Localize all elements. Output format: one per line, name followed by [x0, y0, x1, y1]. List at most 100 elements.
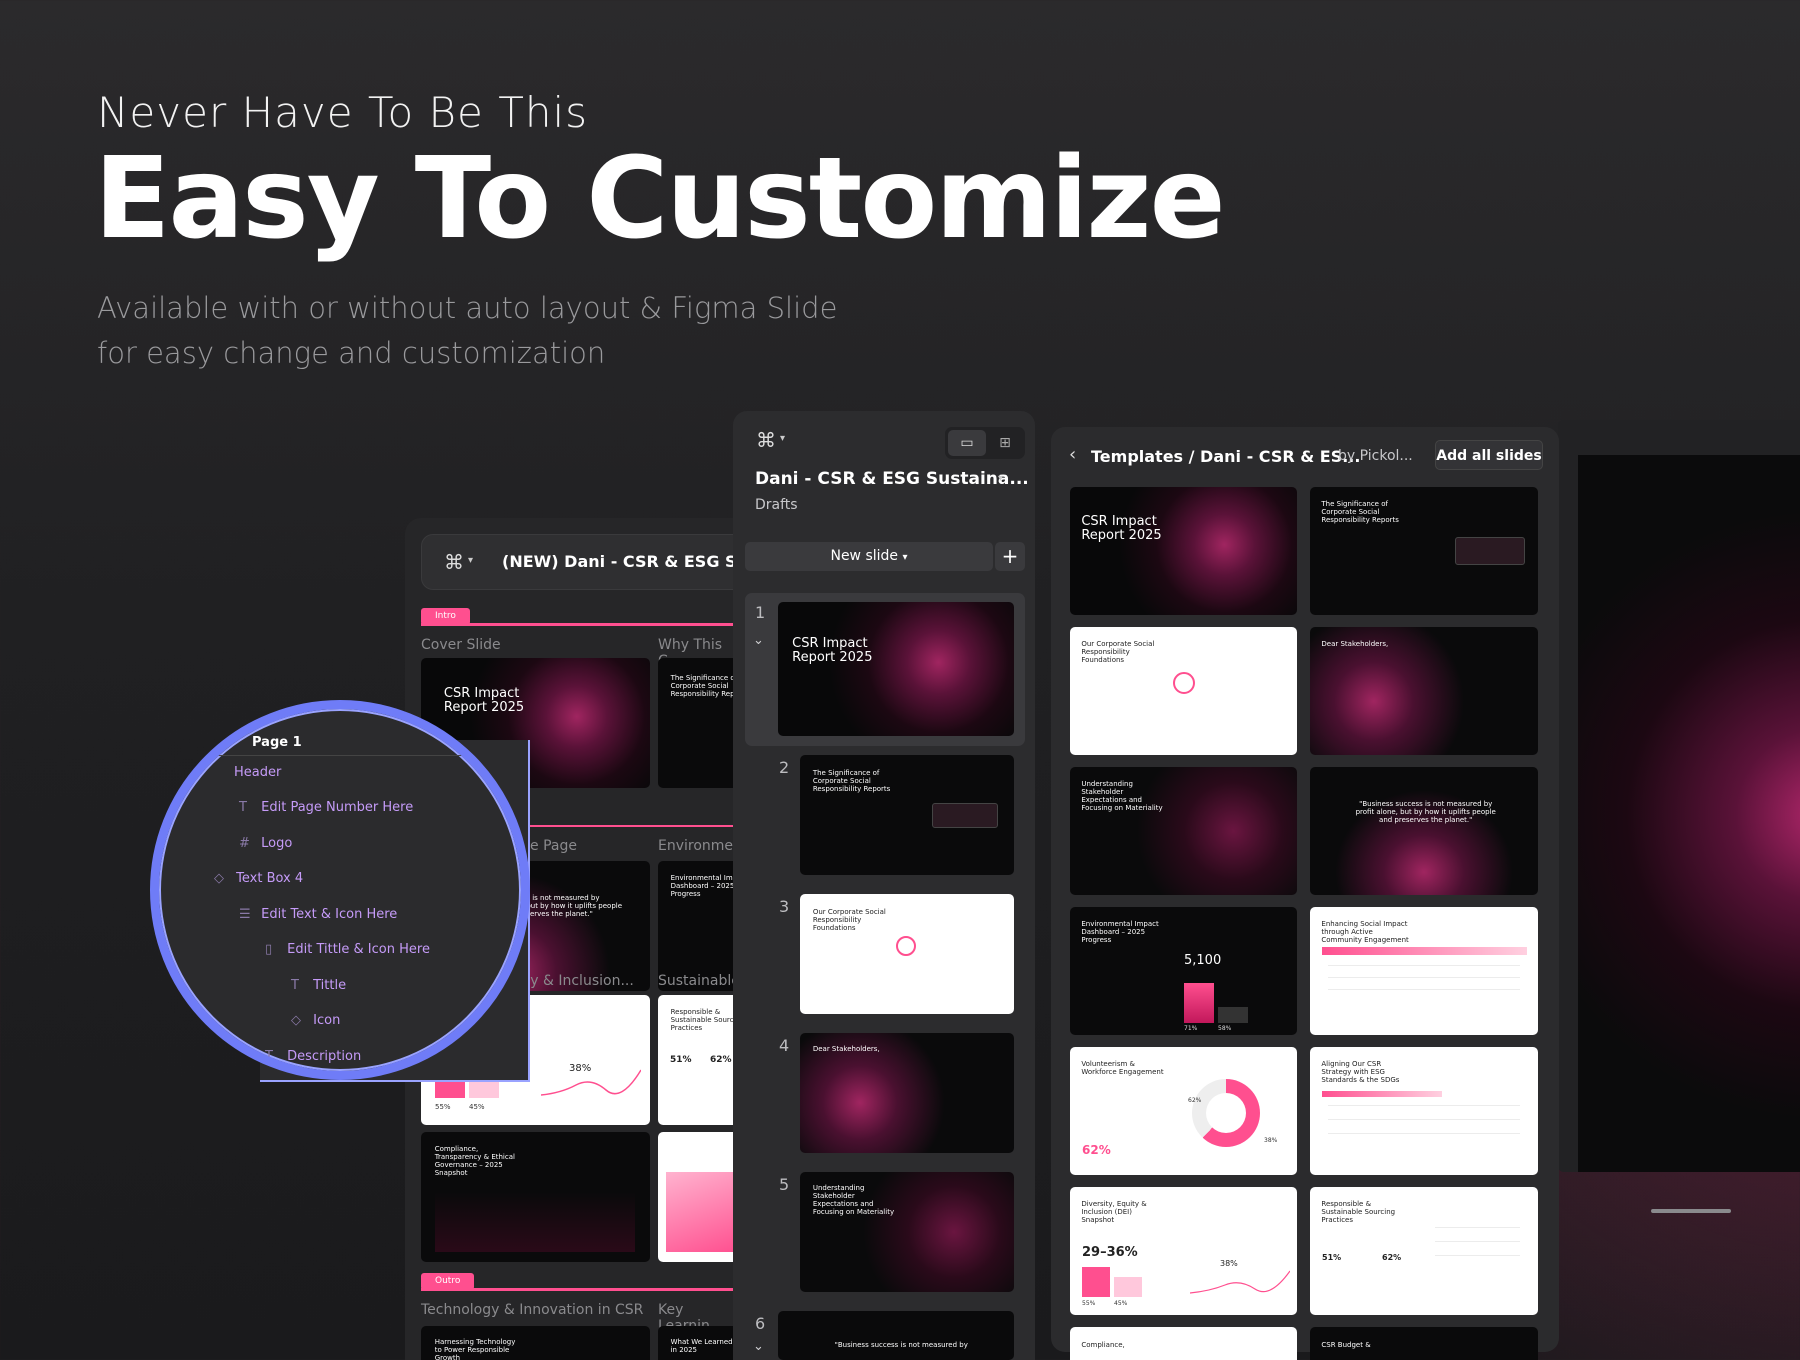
new-slide-button[interactable]: New slide ▾	[745, 542, 993, 571]
layer-logo[interactable]: # Logo	[239, 836, 292, 851]
layer-label: Text Box 4	[236, 871, 304, 886]
section-environment-label: Environmen	[658, 838, 735, 854]
chevron-down-icon[interactable]: ⌄	[753, 1339, 764, 1354]
grid-view-button[interactable]: ⊞	[987, 430, 1023, 456]
chevron-down-icon: ▾	[902, 552, 908, 563]
layer-label: Description	[287, 1049, 362, 1064]
figma-logo-icon[interactable]: ⌘	[444, 550, 464, 574]
why-thumbnail[interactable]: The Significance of Corporate Social Res…	[658, 658, 735, 788]
table-row	[1328, 977, 1520, 978]
slide-number-3: 3	[779, 897, 790, 916]
template-2[interactable]: The Significance of Corporate Social Res…	[1310, 487, 1538, 615]
template-5-title: Understanding Stakeholder Expectations a…	[1081, 779, 1163, 812]
template-12-stat-b: 62%	[1382, 1253, 1402, 1262]
sourcing-stat-62: 62%	[710, 1055, 732, 1065]
layer-edit-text-icon[interactable]: ☰ Edit Text & Icon Here	[239, 907, 397, 922]
layer-label: Edit Text & Icon Here	[261, 907, 398, 922]
template-2-title: The Significance of Corporate Social Res…	[1321, 499, 1399, 524]
file-title[interactable]: (NEW) Dani - CSR & ESG Susta	[502, 552, 735, 571]
template-9-value: 62%	[1082, 1143, 1111, 1157]
text-icon: T	[291, 978, 299, 993]
template-8-table-header	[1322, 947, 1527, 955]
sourcing-thumbnail-2-title: Responsible & Sustainable Sourci Practic…	[670, 1145, 735, 1170]
outro-divider	[421, 1288, 735, 1291]
slide-number-4: 4	[779, 1036, 790, 1055]
template-13[interactable]: Compliance,	[1070, 1327, 1297, 1360]
template-6[interactable]: "Business success is not measured by pro…	[1310, 767, 1538, 895]
add-all-slides-button[interactable]: Add all slides	[1435, 440, 1543, 470]
templates-panel: ‹ Templates / Dani - CSR & ES... by Pick…	[1051, 427, 1559, 1360]
view-toggle: ▭ ⊞	[945, 427, 1025, 459]
chevron-down-icon[interactable]: ▾	[998, 473, 1003, 484]
slides-file-title[interactable]: Dani - CSR & ESG Sustaina...	[755, 469, 1029, 489]
sourcing-thumbnail-2[interactable]: Responsible & Sustainable Sourci Practic…	[658, 1132, 735, 1262]
layer-header[interactable]: Header	[234, 765, 281, 780]
layer-edit-title-icon[interactable]: ▯ Edit Tittle & Icon Here	[265, 942, 430, 957]
layer-text-box[interactable]: ◇ Text Box 4	[214, 871, 303, 886]
table-row	[1328, 965, 1520, 966]
slide-thumbnail-1[interactable]: CSR Impact Report 2025	[778, 602, 1014, 736]
template-11-bar-b	[1114, 1277, 1142, 1297]
hero-subtitle: Available with or without auto layout & …	[97, 286, 997, 376]
hero-subtitle-line-1: Available with or without auto layout & …	[97, 291, 838, 325]
tech-thumbnail[interactable]: Harnessing Technology to Power Responsib…	[421, 1326, 650, 1360]
template-5[interactable]: Understanding Stakeholder Expectations a…	[1070, 767, 1297, 895]
template-3[interactable]: Our Corporate Social Responsibility Foun…	[1070, 627, 1297, 755]
add-slide-button[interactable]: +	[995, 542, 1025, 571]
template-11-title: Diversity, Equity & Inclusion (DEI) Snap…	[1081, 1199, 1147, 1224]
template-12[interactable]: Responsible & Sustainable Sourcing Pract…	[1310, 1187, 1538, 1315]
compliance-thumbnail[interactable]: Compliance, Transparency & Ethical Gover…	[421, 1132, 650, 1262]
layer-page-number[interactable]: T Edit Page Number Here	[239, 800, 413, 815]
intro-divider	[421, 623, 735, 626]
layer-label: Edit Page Number Here	[261, 800, 414, 815]
template-7-label-b: 58%	[1218, 1025, 1232, 1032]
home-indicator-bar[interactable]	[1651, 1209, 1731, 1213]
hero-subtitle-line-2: for easy change and customization	[97, 336, 606, 370]
layers-page-label: Page 1	[252, 735, 302, 750]
slide-thumbnail-5[interactable]: Understanding Stakeholder Expectations a…	[800, 1172, 1014, 1292]
template-11-label-b: 45%	[1114, 1300, 1128, 1307]
templates-breadcrumb[interactable]: Templates / Dani - CSR & ES...	[1091, 447, 1360, 466]
layer-description[interactable]: T Description	[265, 1049, 361, 1064]
back-chevron-icon[interactable]: ‹	[1069, 444, 1076, 465]
table-row	[1435, 1227, 1520, 1228]
slide-thumbnail-4[interactable]: Dear Stakeholders,	[800, 1033, 1014, 1153]
template-7[interactable]: Environmental Impact Dashboard – 2025 Pr…	[1070, 907, 1297, 1035]
section-cover-label: Cover Slide	[421, 637, 501, 653]
template-8[interactable]: Enhancing Social Impact through Active C…	[1310, 907, 1538, 1035]
chevron-down-icon[interactable]: ▾	[468, 555, 473, 566]
single-view-button[interactable]: ▭	[948, 430, 986, 456]
background-canvas-window	[1558, 420, 1800, 1172]
slide-thumbnail-3[interactable]: Our Corporate Social Responsibility Foun…	[800, 894, 1014, 1014]
environment-thumbnail[interactable]: Environmental Impa Dashboard – 2025 Prog…	[658, 861, 735, 991]
template-3-ring	[1173, 672, 1195, 694]
slide-number-1: 1	[755, 603, 766, 622]
slide-5-title: Understanding Stakeholder Expectations a…	[812, 1184, 895, 1217]
dei-label-45: 45%	[469, 1103, 485, 1111]
new-slide-label: New slide	[830, 548, 899, 564]
template-3-title: Our Corporate Social Responsibility Foun…	[1081, 639, 1155, 664]
template-2-card	[1455, 537, 1525, 565]
sourcing-thumbnail[interactable]: Responsible & Sustainable Sourci Practic…	[658, 995, 735, 1125]
template-14[interactable]: CSR Budget &	[1310, 1327, 1538, 1360]
template-10-title: Aligning Our CSR Strategy with ESG Stand…	[1321, 1059, 1400, 1084]
template-4[interactable]: Dear Stakeholders,	[1310, 627, 1538, 755]
text-icon: T	[239, 800, 247, 815]
template-11[interactable]: Diversity, Equity & Inclusion (DEI) Snap…	[1070, 1187, 1297, 1315]
learned-thumbnail[interactable]: What We Learned in 2025	[658, 1326, 735, 1360]
layer-icon[interactable]: ◇ Icon	[291, 1013, 340, 1028]
why-thumbnail-title: The Significance of Corporate Social Res…	[670, 673, 735, 698]
template-1[interactable]: CSR Impact Report 2025	[1070, 487, 1297, 615]
figma-logo-icon[interactable]: ⌘	[756, 428, 776, 452]
template-10[interactable]: Aligning Our CSR Strategy with ESG Stand…	[1310, 1047, 1538, 1175]
chevron-down-icon[interactable]: ▾	[780, 433, 785, 444]
template-9-title: Volunteerism & Workforce Engagement	[1081, 1059, 1164, 1076]
slide-number-6: 6	[755, 1314, 766, 1333]
template-9[interactable]: Volunteerism & Workforce Engagement 62% …	[1070, 1047, 1297, 1175]
slide-thumbnail-2[interactable]: The Significance of Corporate Social Res…	[800, 755, 1014, 875]
slide-3-ring	[896, 936, 916, 956]
layer-title[interactable]: T Tittle	[291, 978, 346, 993]
chevron-down-icon[interactable]: ⌄	[753, 633, 764, 648]
layer-label: Edit Tittle & Icon Here	[287, 942, 430, 957]
slide-thumbnail-6[interactable]: "Business success is not measured by	[778, 1311, 1014, 1360]
